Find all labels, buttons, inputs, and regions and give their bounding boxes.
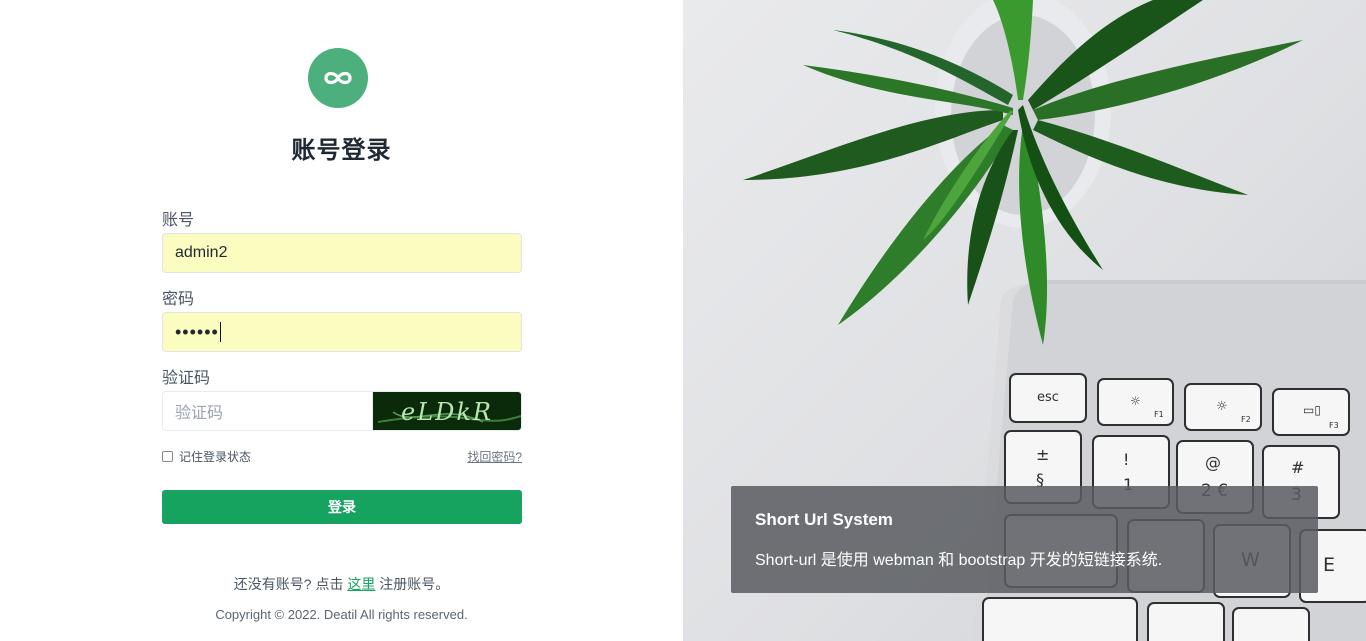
infinity-logo-icon [308, 48, 368, 108]
login-button[interactable]: 登录 [162, 490, 522, 524]
svg-text:E: E [1323, 554, 1335, 576]
copyright: Copyright © 2022. Deatil All rights rese… [215, 607, 468, 622]
captcha-group: 验证码 验证码 eLDkR [162, 368, 522, 431]
remember-toggle[interactable]: 记住登录状态 [162, 448, 251, 465]
account-input[interactable]: admin2 [162, 233, 522, 273]
captcha-image[interactable]: eLDkR [372, 391, 522, 431]
svg-text:±: ± [1036, 445, 1049, 464]
checkbox-icon[interactable] [162, 450, 173, 462]
login-panel: 账号登录 账号 admin2 密码 •••••• 验证码 验证码 eLDkR 记… [0, 0, 683, 641]
account-group: 账号 admin2 [162, 210, 522, 273]
text-caret [219, 322, 221, 342]
svg-text:!: ! [1123, 450, 1129, 469]
hero-caption: Short Url System Short-url 是使用 webman 和 … [731, 486, 1318, 593]
login-form: 账号 admin2 密码 •••••• 验证码 验证码 eLDkR 记住登录状态… [162, 210, 522, 524]
password-value: •••••• [175, 321, 219, 342]
svg-text:F1: F1 [1154, 410, 1164, 419]
register-hint: 还没有账号? 点击 这里 注册账号。 [0, 574, 683, 594]
remember-label: 记住登录状态 [179, 449, 252, 464]
captcha-label: 验证码 [162, 370, 211, 387]
register-prefix: 还没有账号? 点击 [233, 576, 348, 592]
hero-description: Short-url 是使用 webman 和 bootstrap 开发的短链接系… [755, 552, 1163, 569]
options-row: 记住登录状态 找回密码? [162, 448, 522, 465]
forgot-password-link[interactable]: 找回密码? [467, 448, 522, 465]
register-suffix: 注册账号。 [375, 576, 450, 592]
login-page: 账号登录 账号 admin2 密码 •••••• 验证码 验证码 eLDkR 记… [0, 0, 1366, 641]
password-input[interactable]: •••••• [162, 312, 522, 352]
account-value: admin2 [175, 244, 228, 261]
captcha-row: 验证码 eLDkR [162, 391, 522, 431]
captcha-placeholder: 验证码 [175, 405, 224, 422]
password-label: 密码 [162, 291, 195, 308]
account-label: 账号 [162, 212, 195, 229]
svg-text:▭▯: ▭▯ [1303, 403, 1321, 417]
svg-text:esc: esc [1037, 390, 1059, 405]
captcha-input[interactable]: 验证码 [162, 391, 372, 431]
svg-text:#: # [1291, 458, 1304, 477]
captcha-text: eLDkR [401, 398, 493, 426]
svg-text:☼: ☼ [1130, 394, 1141, 408]
register-link[interactable]: 这里 [347, 576, 375, 592]
page-title: 账号登录 [291, 137, 392, 164]
svg-text:F3: F3 [1329, 421, 1339, 430]
password-group: 密码 •••••• [162, 289, 522, 352]
svg-text:@: @ [1205, 453, 1221, 472]
hero-title: Short Url System [755, 510, 893, 529]
svg-text:F2: F2 [1241, 415, 1251, 424]
hero-panel: esc ☼F1 ☼F2 ▭▯F3 ±§ !1 @2 € #3 W E [683, 0, 1366, 641]
svg-text:☼: ☼ [1216, 399, 1228, 414]
